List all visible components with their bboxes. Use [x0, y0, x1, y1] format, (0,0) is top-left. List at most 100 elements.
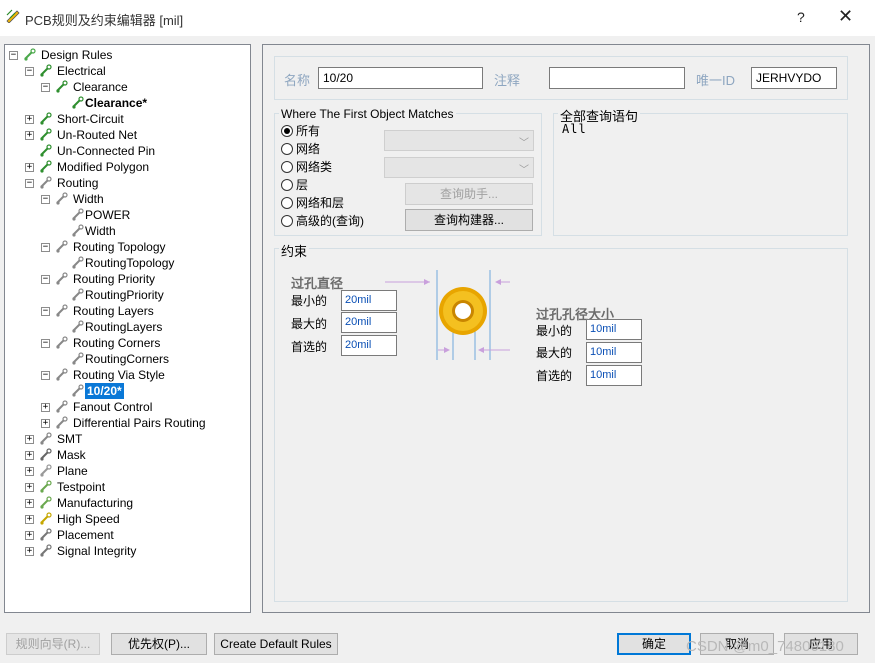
- tree-item-label: SMT: [57, 432, 83, 446]
- collapse-icon[interactable]: −: [41, 275, 50, 284]
- radio-icon[interactable]: [281, 143, 293, 155]
- tree-item[interactable]: + Fanout Control: [5, 399, 250, 415]
- expand-icon[interactable]: +: [25, 531, 34, 540]
- expand-icon[interactable]: +: [25, 163, 34, 172]
- tree-item[interactable]: RoutingPriority: [5, 287, 250, 303]
- tree-item[interactable]: − Clearance: [5, 79, 250, 95]
- tree-item[interactable]: + Plane: [5, 463, 250, 479]
- match-option-label: 网络和层: [296, 196, 345, 210]
- tree-item[interactable]: − Routing: [5, 175, 250, 191]
- collapse-icon[interactable]: −: [41, 83, 50, 92]
- collapse-icon[interactable]: −: [41, 371, 50, 380]
- name-field[interactable]: 10/20: [318, 67, 483, 89]
- expand-icon[interactable]: +: [25, 467, 34, 476]
- match-option[interactable]: 高级的(查询): [281, 212, 364, 230]
- via-diameter-title: 过孔直径: [291, 276, 344, 291]
- tree-item[interactable]: RoutingCorners: [5, 351, 250, 367]
- expand-icon[interactable]: +: [25, 483, 34, 492]
- expand-icon[interactable]: +: [25, 451, 34, 460]
- tree-item[interactable]: + Un-Routed Net: [5, 127, 250, 143]
- tree-item[interactable]: + Signal Integrity: [5, 543, 250, 559]
- tree-item[interactable]: + Short-Circuit: [5, 111, 250, 127]
- plane-icon: [40, 464, 52, 477]
- radio-icon[interactable]: [281, 179, 293, 191]
- match-option[interactable]: 所有: [281, 122, 320, 140]
- tree-item[interactable]: Clearance*: [5, 95, 250, 111]
- collapse-icon[interactable]: −: [41, 307, 50, 316]
- match-option[interactable]: 网络: [281, 140, 320, 158]
- match-option[interactable]: 网络类: [281, 158, 332, 176]
- query-builder-button[interactable]: 查询构建器...: [405, 209, 533, 231]
- full-query-text[interactable]: All: [562, 122, 587, 136]
- tree-item[interactable]: + Differential Pairs Routing: [5, 415, 250, 431]
- radio-icon[interactable]: [281, 125, 293, 137]
- match-option-label: 层: [296, 178, 309, 192]
- tree-item[interactable]: 10/20*: [5, 383, 250, 399]
- tree-item[interactable]: + Mask: [5, 447, 250, 463]
- hole-pref-field[interactable]: 10mil: [586, 365, 642, 386]
- expand-icon[interactable]: +: [25, 131, 34, 140]
- via-max-label: 最大的: [291, 317, 328, 331]
- expand-icon[interactable]: +: [25, 435, 34, 444]
- collapse-icon[interactable]: −: [41, 339, 50, 348]
- tree-item[interactable]: − Routing Layers: [5, 303, 250, 319]
- comment-field[interactable]: [549, 67, 685, 89]
- collapse-icon[interactable]: −: [25, 67, 34, 76]
- tree-item[interactable]: − Electrical: [5, 63, 250, 79]
- rule-tree-panel[interactable]: − Design Rules − Electrical − Clearance Cleara…: [4, 44, 251, 613]
- ok-button[interactable]: 确定: [617, 633, 691, 655]
- tree-item[interactable]: + Testpoint: [5, 479, 250, 495]
- tree-item-label: RoutingLayers: [85, 320, 163, 334]
- hole-min-field[interactable]: 10mil: [586, 319, 642, 340]
- tree-item[interactable]: POWER: [5, 207, 250, 223]
- priorities-button[interactable]: 优先权(P)...: [111, 633, 207, 655]
- unique-id-label: 唯一ID: [696, 73, 736, 88]
- tree-item-label: Electrical: [57, 64, 106, 78]
- tree-item[interactable]: Un-Connected Pin: [5, 143, 250, 159]
- tree-item[interactable]: − Routing Priority: [5, 271, 250, 287]
- tree-item-label: Routing Topology: [73, 240, 166, 254]
- rule-icon: [72, 288, 84, 301]
- expand-icon[interactable]: +: [41, 419, 50, 428]
- tree-item[interactable]: − Routing Via Style: [5, 367, 250, 383]
- tree-item[interactable]: RoutingLayers: [5, 319, 250, 335]
- close-button[interactable]: ✕: [838, 6, 853, 27]
- collapse-icon[interactable]: −: [9, 51, 18, 60]
- expand-icon[interactable]: +: [25, 515, 34, 524]
- hole-max-field[interactable]: 10mil: [586, 342, 642, 363]
- radio-icon[interactable]: [281, 215, 293, 227]
- full-query-group: [553, 113, 848, 236]
- tree-item[interactable]: + Manufacturing: [5, 495, 250, 511]
- tree-item[interactable]: − Design Rules: [5, 47, 250, 63]
- collapse-icon[interactable]: −: [25, 179, 34, 188]
- expand-icon[interactable]: +: [25, 499, 34, 508]
- match-group-title: Where The First Object Matches: [279, 107, 456, 121]
- radio-icon[interactable]: [281, 161, 293, 173]
- tree-item[interactable]: − Width: [5, 191, 250, 207]
- match-option[interactable]: 层: [281, 176, 308, 194]
- tree-item[interactable]: − Routing Topology: [5, 239, 250, 255]
- help-button[interactable]: ?: [797, 9, 805, 25]
- match-option[interactable]: 网络和层: [281, 194, 344, 212]
- tree-item[interactable]: + Modified Polygon: [5, 159, 250, 175]
- tree-item-label: POWER: [85, 208, 131, 222]
- collapse-icon[interactable]: −: [41, 243, 50, 252]
- unique-id-field[interactable]: JERHVYDO: [751, 67, 837, 89]
- tree-item[interactable]: RoutingTopology: [5, 255, 250, 271]
- radio-icon[interactable]: [281, 197, 293, 209]
- hole-min-label: 最小的: [536, 324, 573, 338]
- expand-icon[interactable]: +: [41, 403, 50, 412]
- tree-item[interactable]: + Placement: [5, 527, 250, 543]
- tree-item[interactable]: − Routing Corners: [5, 335, 250, 351]
- unrouted-net-icon: [40, 128, 52, 141]
- via-min-label: 最小的: [291, 294, 328, 308]
- manufacturing-icon: [40, 496, 52, 509]
- expand-icon[interactable]: +: [25, 547, 34, 556]
- collapse-icon[interactable]: −: [41, 195, 50, 204]
- expand-icon[interactable]: +: [25, 115, 34, 124]
- create-default-rules-button[interactable]: Create Default Rules: [214, 633, 338, 655]
- tree-item[interactable]: Width: [5, 223, 250, 239]
- tree-item[interactable]: + SMT: [5, 431, 250, 447]
- electrical-icon: [40, 64, 52, 77]
- tree-item[interactable]: + High Speed: [5, 511, 250, 527]
